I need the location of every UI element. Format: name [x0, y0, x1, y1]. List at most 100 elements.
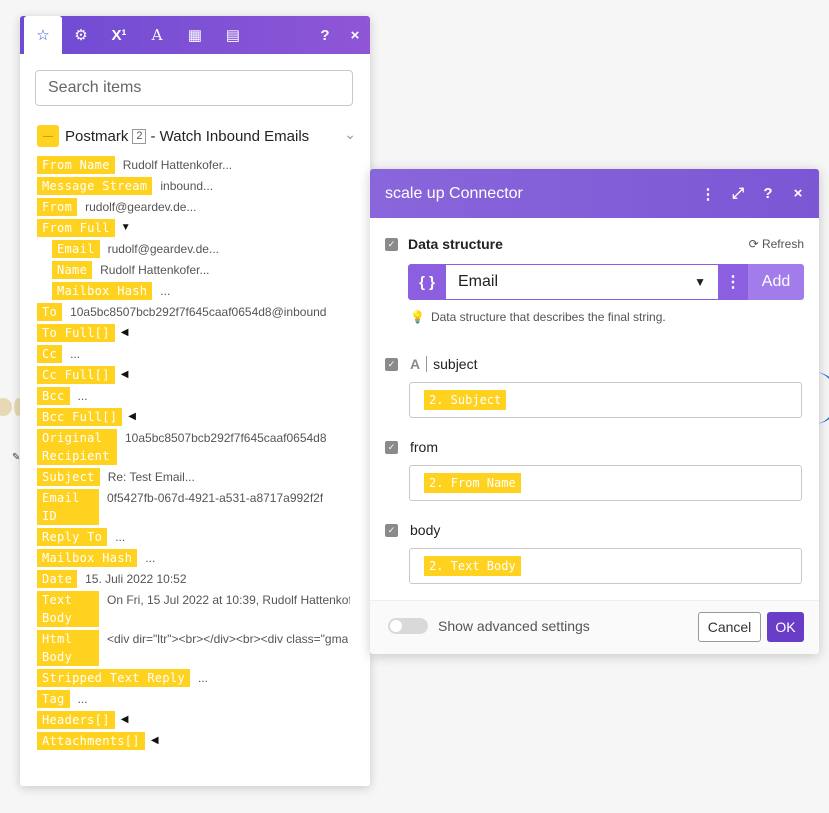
mapped-value-pill[interactable]: 2. Text Body [424, 556, 521, 576]
item-label-pill[interactable]: From [37, 198, 78, 216]
field-toggle-icon[interactable]: ✓ [385, 358, 398, 371]
item-label-pill[interactable]: To [37, 303, 63, 321]
item-row[interactable]: From rudolf@geardev.de... [37, 198, 196, 216]
item-value: rudolf@geardev.de... [107, 242, 219, 256]
cancel-button[interactable]: Cancel [698, 612, 761, 642]
item-label-pill[interactable]: Text Body [37, 591, 99, 627]
item-row[interactable]: Bcc Full[] ◀ [37, 408, 136, 426]
item-row[interactable]: Message Stream inbound... [37, 177, 213, 195]
help-icon[interactable]: ? [310, 16, 340, 54]
item-label-pill[interactable]: Tag [37, 690, 70, 708]
item-row[interactable]: Html Body <div dir="ltr"><br></div><br><d… [37, 630, 348, 666]
item-row[interactable]: Attachments[] ◀ [37, 732, 159, 750]
item-label-pill[interactable]: Stripped Text Reply [37, 669, 190, 687]
item-label-pill[interactable]: Message Stream [37, 177, 153, 195]
caret-left-icon[interactable]: ◀ [128, 408, 136, 426]
item-label-pill[interactable]: Date [37, 570, 78, 588]
item-row[interactable]: Tag... [37, 690, 88, 708]
text-type-icon: A [410, 356, 428, 372]
item-label-pill[interactable]: Bcc [37, 387, 70, 405]
caret-left-icon[interactable]: ◀ [121, 711, 129, 729]
more-icon[interactable]: ⋮ [718, 264, 748, 300]
item-label-pill[interactable]: Reply To [37, 528, 108, 546]
item-label-pill[interactable]: To Full[] [37, 324, 115, 342]
item-row[interactable]: Bcc... [37, 387, 88, 405]
item-row[interactable]: From Name Rudolf Hattenkofer... [37, 156, 232, 174]
item-value: ... [115, 530, 126, 544]
data-structure-select[interactable]: Email ▼ [446, 264, 718, 300]
field-label-from: from [410, 439, 438, 455]
selected-structure: Email [458, 273, 499, 290]
item-label-pill[interactable]: Email ID [37, 489, 99, 525]
item-label-pill[interactable]: Email [52, 240, 100, 258]
item-label-pill[interactable]: Attachments[] [37, 732, 145, 750]
module-header[interactable]: — Postmark 2 - Watch Inbound Emails ⌄ [37, 124, 356, 148]
item-row[interactable]: Cc... [37, 345, 80, 363]
item-label-pill[interactable]: Mailbox Hash [37, 549, 138, 567]
help-icon[interactable]: ? [753, 185, 783, 202]
caret-down-icon[interactable]: ▼ [694, 275, 706, 289]
add-button[interactable]: Add [748, 264, 804, 300]
calendar-icon[interactable]: ▦ [176, 16, 214, 54]
connector-dialog: scale up Connector ⋮ ⤢ ? × ✓ Data struct… [370, 169, 819, 654]
lightbulb-icon: 💡 [410, 310, 425, 324]
item-row[interactable]: Headers[] ◀ [37, 711, 128, 729]
star-icon[interactable]: ☆ [24, 16, 62, 54]
item-row[interactable]: To Full[] ◀ [37, 324, 128, 342]
item-label-pill[interactable]: Bcc Full[] [37, 408, 123, 426]
item-label-pill[interactable]: Cc [37, 345, 63, 363]
item-label-pill[interactable]: Original Recipient [37, 429, 117, 465]
close-icon[interactable]: × [783, 185, 813, 202]
item-row[interactable]: Email rudolf@geardev.de... [52, 240, 219, 258]
field-toggle-icon[interactable]: ✓ [385, 441, 398, 454]
close-icon[interactable]: × [340, 16, 370, 54]
item-label-pill[interactable]: Html Body [37, 630, 99, 666]
caret-down-icon[interactable]: ▼ [121, 219, 131, 237]
item-row[interactable]: Original Recipient 10a5bc8507bcb292f7f645… [37, 429, 327, 465]
item-label-pill[interactable]: From Full [37, 219, 115, 237]
item-row[interactable]: Mailbox Hash... [37, 549, 155, 567]
advanced-settings-toggle[interactable] [388, 618, 428, 634]
body-field[interactable]: 2. Text Body [409, 548, 802, 584]
field-toggle-icon[interactable]: ✓ [385, 524, 398, 537]
item-row[interactable]: From Full ▼ [37, 219, 131, 237]
more-icon[interactable]: ⋮ [693, 185, 723, 203]
item-row[interactable]: Reply To... [37, 528, 125, 546]
expand-icon[interactable]: ⤢ [723, 185, 753, 202]
item-label-pill[interactable]: Name [52, 261, 93, 279]
gear-icon[interactable]: ⚙ [62, 16, 100, 54]
from-field[interactable]: 2. From Name [409, 465, 802, 501]
item-row[interactable]: Cc Full[] ◀ [37, 366, 128, 384]
item-row[interactable]: To 10a5bc8507bcb292f7f645caaf0654d8@inbou… [37, 303, 326, 321]
item-label-pill[interactable]: Cc Full[] [37, 366, 115, 384]
subject-field[interactable]: 2. Subject [409, 382, 802, 418]
caret-left-icon[interactable]: ◀ [121, 366, 129, 384]
item-row[interactable]: Date 15. Juli 2022 10:52 [37, 570, 187, 588]
item-row[interactable]: Mailbox Hash... [52, 282, 170, 300]
item-value: Rudolf Hattenkofer... [122, 158, 233, 172]
dialog-title: scale up Connector [385, 184, 523, 202]
item-row[interactable]: Text Body On Fri, 15 Jul 2022 at 10:39, R… [37, 591, 350, 627]
item-label-pill[interactable]: From Name [37, 156, 115, 174]
module-title: - Watch Inbound Emails [150, 127, 310, 145]
collapse-toggle-icon[interactable]: ✓ [385, 238, 398, 251]
text-icon[interactable]: A [138, 16, 176, 54]
chevron-down-icon[interactable]: ⌄ [344, 126, 356, 143]
item-label-pill[interactable]: Headers[] [37, 711, 115, 729]
refresh-button[interactable]: ⟳ Refresh [749, 237, 804, 251]
superscript-icon[interactable]: X¹ [100, 16, 138, 54]
item-row[interactable]: Subject Re: Test Email... [37, 468, 195, 486]
item-label-pill[interactable]: Mailbox Hash [52, 282, 153, 300]
mapped-value-pill[interactable]: 2. Subject [424, 390, 507, 410]
item-row[interactable]: Stripped Text Reply... [37, 669, 208, 687]
item-row[interactable]: Name Rudolf Hattenkofer... [52, 261, 210, 279]
table-icon[interactable]: ▤ [214, 16, 252, 54]
caret-left-icon[interactable]: ◀ [121, 324, 129, 342]
caret-left-icon[interactable]: ◀ [151, 732, 159, 750]
field-name: subject [433, 356, 478, 372]
item-row[interactable]: Email ID 0f5427fb-067d-4921-a531-a8717a99… [37, 489, 323, 525]
ok-button[interactable]: OK [767, 612, 804, 642]
mapped-value-pill[interactable]: 2. From Name [424, 473, 521, 493]
search-input[interactable] [35, 70, 353, 106]
item-label-pill[interactable]: Subject [37, 468, 100, 486]
